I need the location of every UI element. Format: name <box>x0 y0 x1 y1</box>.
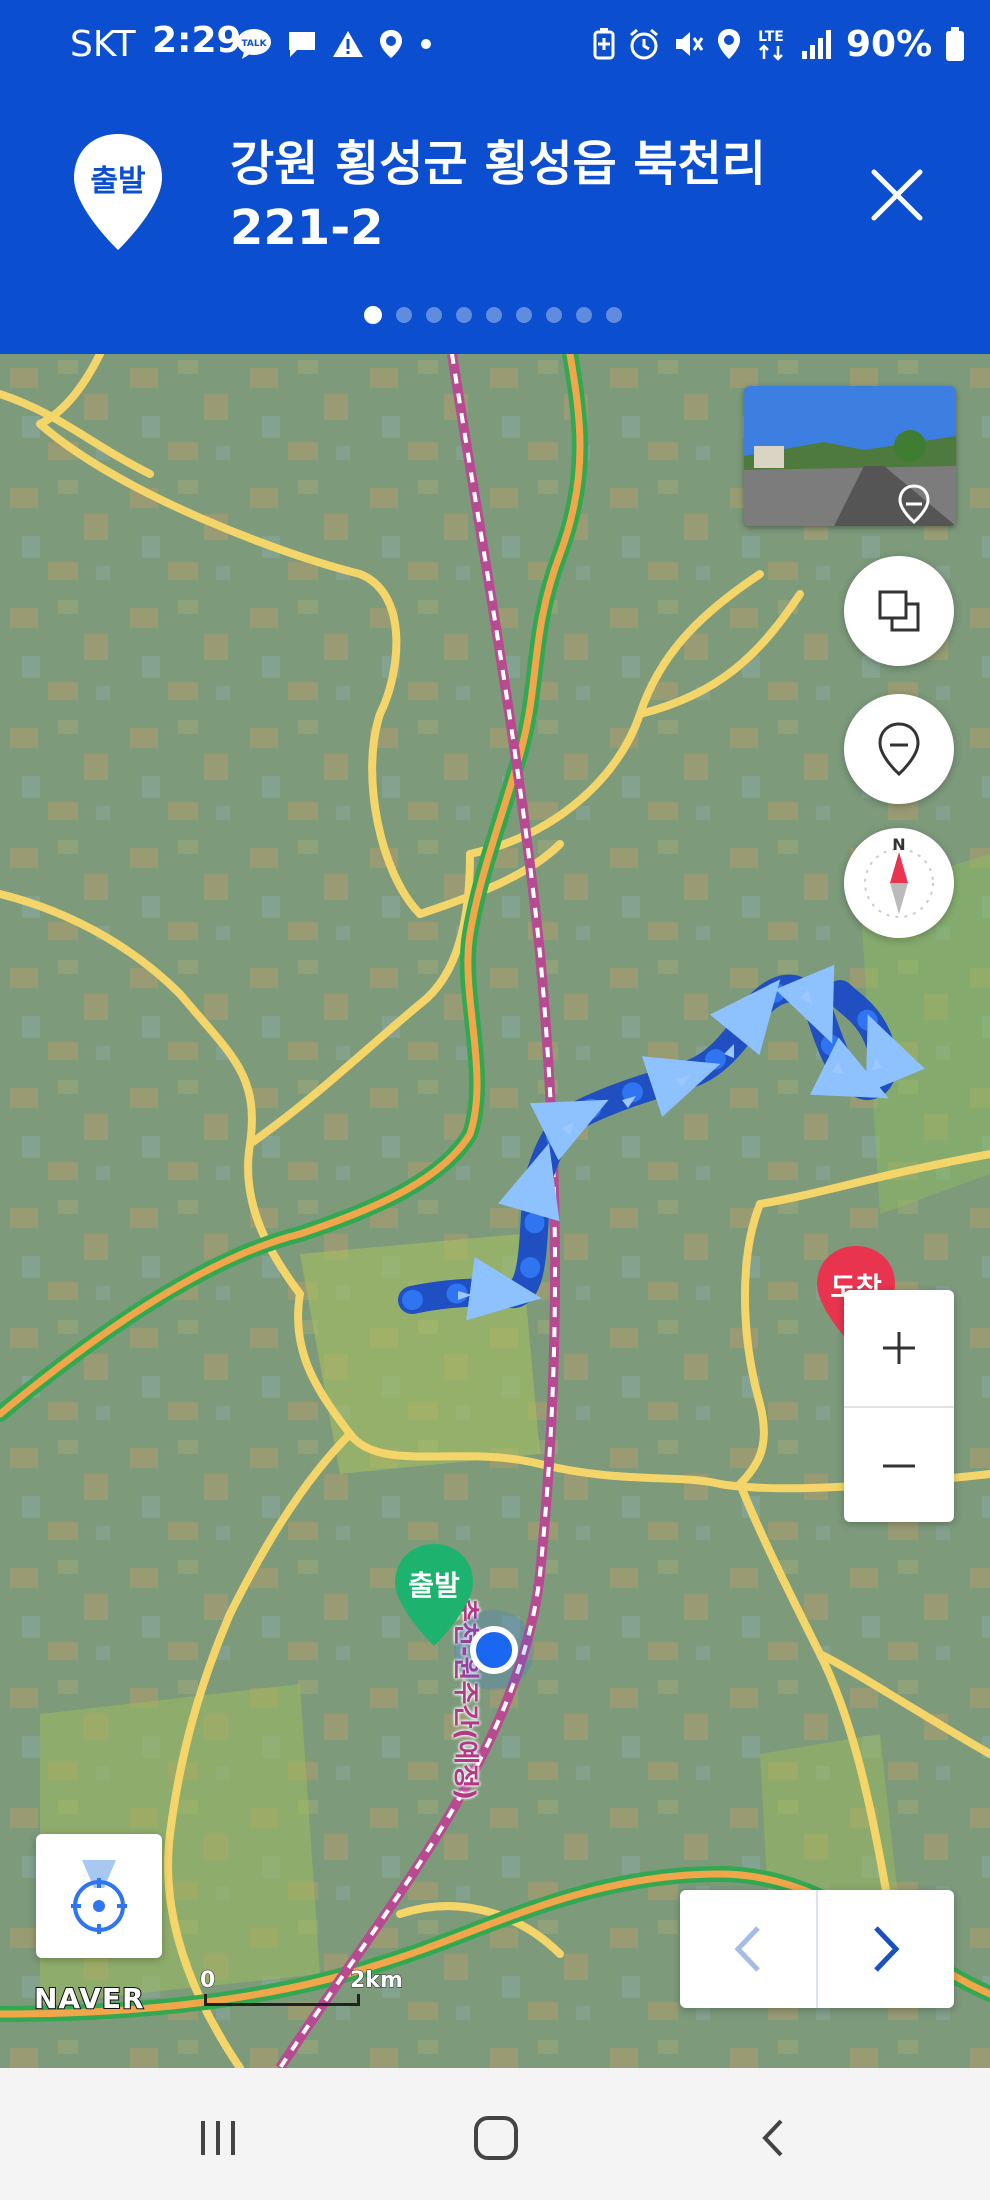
page-dot <box>426 307 442 323</box>
back-icon <box>762 2119 783 2157</box>
page-dot <box>486 307 502 323</box>
scale-bar <box>204 1994 360 2006</box>
alarm-icon <box>630 28 658 60</box>
home-icon <box>474 2116 518 2160</box>
scale-max-label: 2km <box>350 1968 404 1994</box>
map-scale: 0 2km <box>199 1968 403 2008</box>
route-step-pager <box>680 1890 954 2008</box>
compass-button[interactable]: N <box>844 828 954 938</box>
battery-percent: 90% <box>846 23 933 65</box>
dot-icon <box>421 39 431 49</box>
my-location-icon <box>71 1860 127 1934</box>
mute-icon <box>676 32 704 56</box>
location-icon <box>718 29 740 59</box>
location-pin-icon <box>380 30 402 58</box>
carrier-label: SKT <box>70 24 136 65</box>
svg-text:N: N <box>892 835 905 854</box>
close-button[interactable] <box>862 160 932 230</box>
close-icon <box>871 169 923 221</box>
scale-min-label: 0 <box>199 1968 216 1994</box>
page-dot <box>396 307 412 323</box>
map-pin-button[interactable] <box>844 694 954 804</box>
chevron-right-icon <box>874 1926 900 1972</box>
page-dot <box>456 307 472 323</box>
origin-pin-badge: 출발 <box>70 132 166 252</box>
start-marker[interactable]: 출발 <box>392 1542 476 1650</box>
map-pin-icon <box>878 722 920 777</box>
page-dot <box>576 307 592 323</box>
streetview-thumbnail[interactable] <box>744 386 956 526</box>
system-navigation-bar <box>0 2068 990 2200</box>
message-icon <box>289 32 315 57</box>
town-area <box>300 1234 540 1474</box>
kakaotalk-icon: TALK <box>237 29 271 59</box>
plus-icon <box>883 1332 915 1364</box>
address-title: 강원 횡성군 횡성읍 북천리 221-2 <box>230 136 766 256</box>
page-dot <box>546 307 562 323</box>
clock: 2:29 <box>152 20 242 61</box>
svg-text:LTE: LTE <box>758 29 784 45</box>
minus-icon <box>883 1464 915 1468</box>
start-marker-label: 출발 <box>408 1569 460 1602</box>
my-location-button[interactable] <box>36 1834 162 1958</box>
recent-apps-button[interactable] <box>178 2098 258 2178</box>
notification-icons: TALK <box>236 26 434 62</box>
origin-pin-label: 출발 <box>90 164 146 199</box>
page-dot <box>516 307 532 323</box>
streetview-image <box>744 386 956 526</box>
current-location-dot <box>470 1626 518 1674</box>
signal-icon <box>802 30 831 59</box>
back-button[interactable] <box>734 2098 814 2178</box>
naver-logo: NAVER <box>33 1981 145 2016</box>
page-dot <box>364 306 382 324</box>
status-bar: SKT 2:29 TALK LTE 90% <box>0 0 990 92</box>
map-view[interactable]: 춘천-원주간(예정) 출발 도착 <box>0 354 990 2068</box>
previous-button[interactable] <box>680 1890 816 2008</box>
chevron-left-icon <box>734 1926 760 1972</box>
layers-button[interactable] <box>844 556 954 666</box>
warning-icon <box>333 31 363 57</box>
battery-icon <box>946 27 965 61</box>
compass-icon: N <box>864 835 934 918</box>
home-button[interactable] <box>456 2098 536 2178</box>
zoom-in-button[interactable] <box>844 1290 954 1406</box>
recent-apps-icon <box>201 2121 235 2155</box>
next-button[interactable] <box>818 1890 954 2008</box>
system-icons: LTE 90% <box>592 23 966 65</box>
layers-icon <box>878 590 920 632</box>
battery-saver-icon <box>593 28 615 60</box>
map-canvas <box>0 354 990 2068</box>
zoom-control <box>844 1290 954 1522</box>
page-indicator <box>364 306 622 324</box>
zoom-out-button[interactable] <box>844 1408 954 1524</box>
page-dot <box>606 307 622 323</box>
svg-text:TALK: TALK <box>241 39 267 49</box>
header: SKT 2:29 TALK LTE 90% 출발 강원 횡성군 횡성읍 북천리 … <box>0 0 990 354</box>
lte-icon: LTE <box>758 29 784 61</box>
